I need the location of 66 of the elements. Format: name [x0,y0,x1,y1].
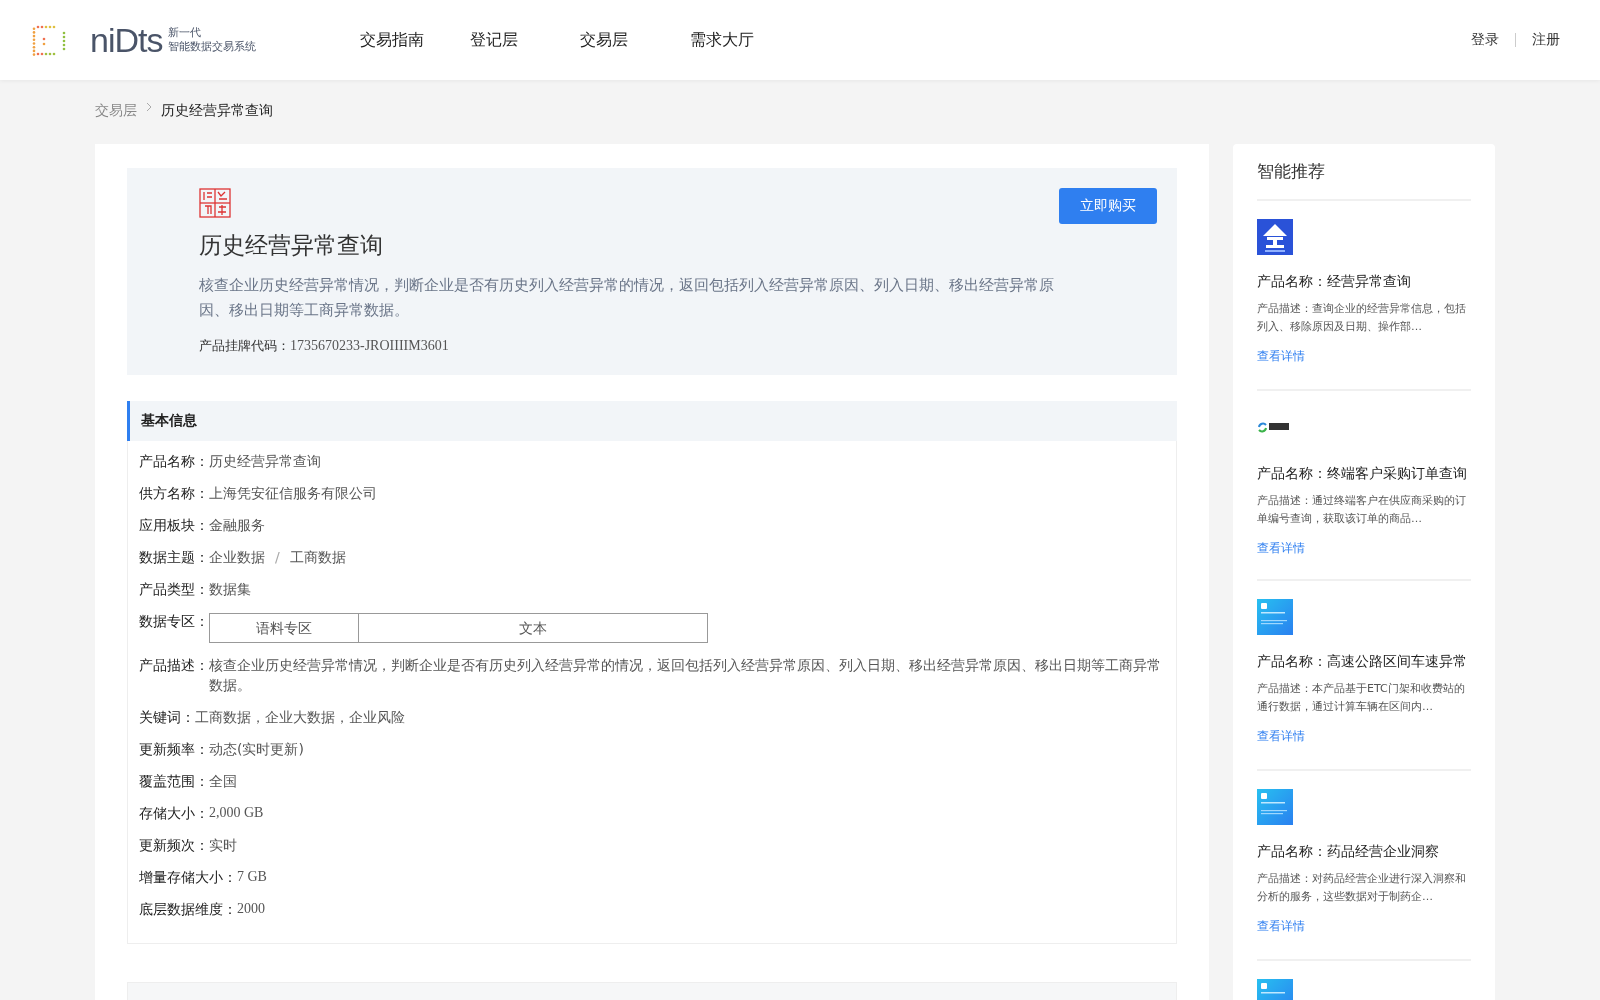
seal-icon [199,188,231,218]
field-value: 实时 [209,836,237,855]
field-label: 产品类型： [139,580,209,599]
field-value: 工商数据 [289,548,346,567]
details-link[interactable]: 查看详情 [1257,540,1305,557]
table-cell: 语料专区 [210,614,359,642]
nav-link[interactable]: 交易指南 [360,29,470,51]
field-value: 动态(实时更新) [209,740,304,759]
product-title: 历史经营异常查询 [199,231,383,260]
field-label: 应用板块： [139,516,209,535]
logo-icon [1257,421,1291,433]
field-value: 工商数据，企业大数据，企业风险 [195,708,405,727]
sidebar-title: 智能推荐 [1257,158,1471,201]
details-link[interactable]: 查看详情 [1257,348,1305,365]
product-summary: 产品描述：本产品基于ETC门架和收费站的通行数据，通过计算车辆在区间内… [1257,681,1466,715]
field-label: 数据主题： [139,548,209,567]
thumbnail-icon [1257,599,1293,635]
nav-link[interactable]: 需求大厅 [690,29,800,51]
section-title: 基本信息 [141,412,197,430]
product-name: 产品名称：高速公路区间车速异常 [1257,653,1467,671]
field-value: 2,000 GB [209,804,264,822]
field-label: 增量存储大小： [139,868,237,887]
field-value: 历史经营异常查询 [209,452,321,471]
field-value: 全国 [209,772,237,791]
details-link[interactable]: 查看详情 [1257,728,1305,745]
field-value: 上海凭安征信服务有限公司 [209,484,377,503]
auth-link[interactable]: 注册 [1532,31,1560,49]
field-label: 存储大小： [139,804,209,823]
code-label: 产品挂牌代码： [199,337,290,355]
field-value: 核查企业历史经营异常情况，判断企业是否有历史列入经营异常的情况，返回包括列入经营异常原因、列入日期、移出经营异常原因、移出日期等工商异常数据。 [209,656,1162,695]
product-name: 产品名称：药品经营企业洞察 [1257,843,1439,861]
field-label: 产品名称： [139,452,209,471]
field-label: 数据专区： [139,612,209,631]
product-summary: 产品描述：查询企业的经营异常信息，包括列入、移除原因及日期、操作部… [1257,301,1467,335]
field-value: 7 GB [237,868,267,886]
logo-wordmark: niDts [90,20,163,60]
buy-button[interactable]: 立即购买 [1059,188,1157,224]
field-label: 覆盖范围： [139,772,209,791]
logo-tagline: 新一代 [168,26,203,40]
thumbnail-icon [1257,789,1293,825]
auth-link[interactable]: 登录 [1471,31,1499,49]
field-label: 关键词： [139,708,195,727]
product-name: 产品名称：经营异常查询 [1257,273,1411,291]
breadcrumb-link[interactable]: 历史经营异常查询 [161,102,273,120]
product-description: 核查企业历史经营异常情况，判断企业是否有历史列入经营异常的情况，返回包括列入经营异常原因、列入日期、移出经营异常原因、移出日期等工商异常数据。 [199,275,1055,321]
field-value: 金融服务 [209,516,265,535]
field-label: 更新频次： [139,836,209,855]
separator-slash: / [275,548,280,567]
thumbnail-icon [1257,219,1293,255]
field-label: 产品描述： [139,656,209,675]
field-value: 企业数据 [209,548,265,567]
field-label: 供方名称： [139,484,209,503]
chevron-icon [145,102,153,112]
code-value: 1735670233-JROIIIIM3601 [290,338,449,354]
field-value: 数据集 [209,580,251,599]
field-value: 2000 [237,900,265,918]
logo-tagline: 智能数据交易系统 [168,40,257,54]
field-label: 底层数据维度： [139,900,237,919]
product-summary: 产品描述：对药品经营企业进行深入洞察和分析的服务，这些数据对于制药企… [1257,871,1467,905]
details-link[interactable]: 查看详情 [1257,918,1305,935]
product-name: 产品名称：终端客户采购订单查询 [1257,465,1467,483]
field-label: 更新频率： [139,740,209,759]
product-summary: 产品描述：通过终端客户在供应商采购的订单编号查询，获取该订单的商品… [1257,493,1467,527]
nav-link[interactable]: 登记层 [470,29,580,51]
table-cell-text: 文本 [518,619,548,638]
nav-link[interactable]: 交易层 [580,29,690,51]
